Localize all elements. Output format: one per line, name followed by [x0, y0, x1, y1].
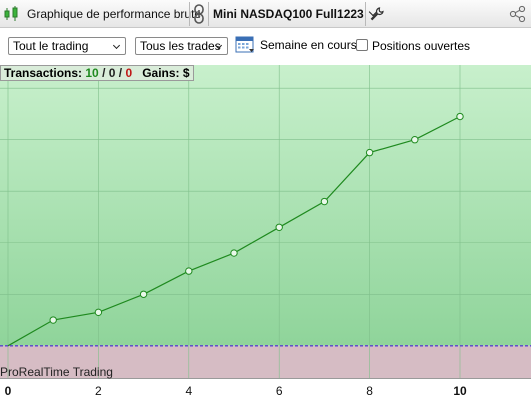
transactions-sep: /: [102, 66, 106, 80]
period-label: Semaine en cours: [260, 38, 357, 52]
data-point: [320, 197, 329, 206]
gains-value: $: [182, 66, 190, 80]
toolbar-divider: [189, 2, 190, 26]
open-positions-checkbox[interactable]: [356, 39, 368, 51]
data-point: [49, 316, 57, 324]
transactions-label: Transactions:: [4, 66, 83, 80]
instrument-name: Mini NASDAQ100 Full1223: [213, 7, 364, 21]
open-positions-label[interactable]: Positions ouvertes: [372, 39, 470, 53]
x-tick-label: 0: [4, 384, 12, 398]
transactions-summary: Transactions: 10 / 0 / 0 Gains: $: [0, 65, 194, 81]
positive-zone: [0, 65, 531, 346]
window-title: Graphique de performance brute: [27, 7, 202, 21]
data-point: [365, 148, 374, 157]
data-point: [275, 223, 283, 231]
data-point: [185, 267, 193, 275]
trading-mode-value: Tout le trading: [13, 39, 89, 53]
candlestick-chart-icon[interactable]: [3, 0, 21, 28]
x-tick-label: 10: [453, 384, 467, 398]
toolbar-divider: [365, 2, 366, 26]
wrench-icon[interactable]: [370, 0, 386, 28]
gains-label: Gains:: [142, 66, 180, 80]
data-point: [230, 249, 238, 257]
chevron-down-icon: [112, 41, 121, 50]
toolbar: Graphique de performance brute Mini NASD…: [0, 0, 531, 28]
performance-chart: [0, 65, 531, 401]
transactions-sep: /: [118, 66, 123, 80]
instrument-selector[interactable]: Mini NASDAQ100 Full1223: [213, 0, 377, 28]
trading-mode-select[interactable]: Tout le trading: [8, 37, 126, 55]
network-icon[interactable]: [509, 0, 527, 28]
data-point: [139, 290, 148, 298]
trades-filter-value: Tous les trades: [140, 39, 221, 53]
x-axis-band: [0, 378, 531, 401]
link-chain-icon[interactable]: [193, 0, 207, 28]
x-tick-label: 8: [366, 384, 373, 398]
transactions-neutral: 0: [108, 66, 116, 80]
data-point: [94, 308, 103, 317]
watermark: ProRealTime Trading: [0, 365, 113, 379]
x-tick-label: 6: [275, 384, 283, 398]
calendar-icon[interactable]: [235, 34, 255, 54]
data-point: [411, 136, 419, 144]
x-tick-label: 2: [95, 384, 102, 398]
transactions-total: 10: [85, 66, 99, 80]
toolbar-divider: [208, 2, 209, 26]
trades-filter-select[interactable]: Tous les trades: [135, 37, 228, 55]
x-tick-label: 4: [185, 384, 193, 398]
data-point: [456, 112, 464, 121]
transactions-losses: 0: [125, 66, 133, 80]
